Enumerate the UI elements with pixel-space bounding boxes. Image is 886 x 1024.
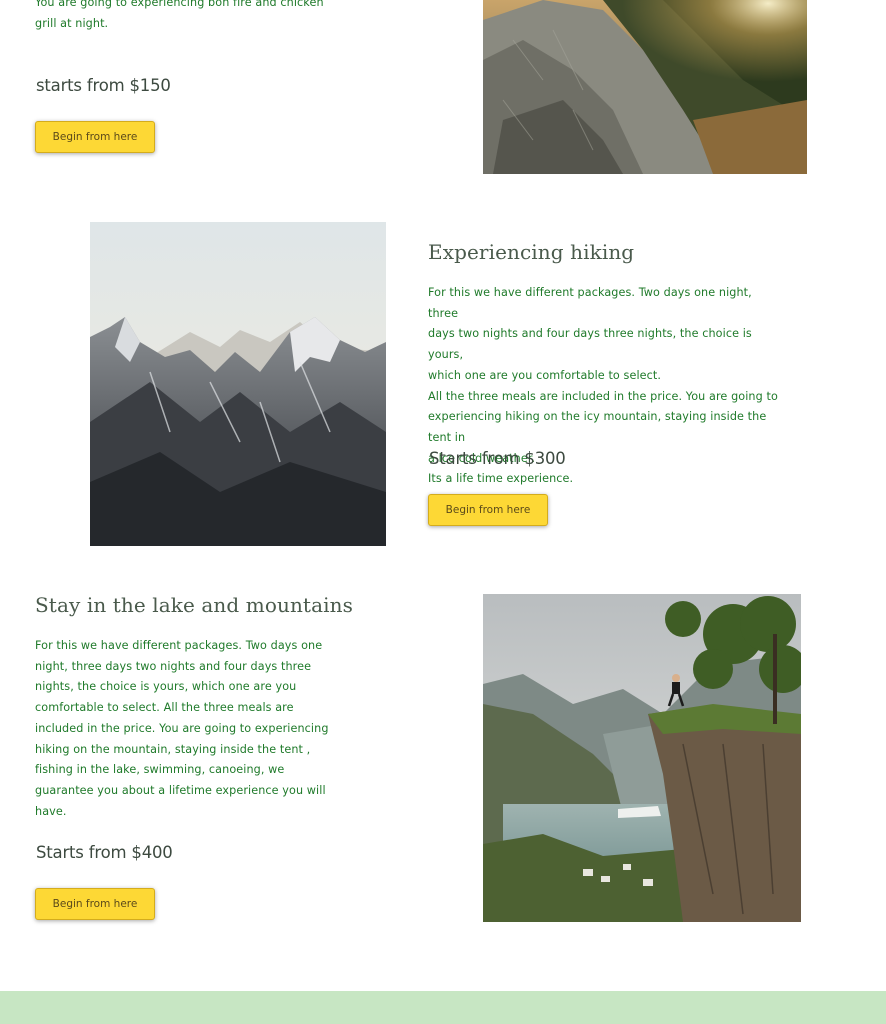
snowy-mountains-photo xyxy=(90,222,386,546)
section3-description: For this we have different packages. Two… xyxy=(35,639,329,818)
section2-title: Experiencing hiking xyxy=(428,240,635,264)
mountain-sunset-photo xyxy=(483,0,807,174)
section3-title: Stay in the lake and mountains xyxy=(35,593,353,617)
section1-description: You are going to experiencing bon fire a… xyxy=(35,0,324,30)
section3-begin-button[interactable]: Begin from here xyxy=(35,888,155,920)
section1-price: starts from $150 xyxy=(36,76,171,95)
fjord-cliff-photo xyxy=(483,594,801,922)
section2-price: Starts from $300 xyxy=(429,449,566,468)
footer-band xyxy=(0,991,886,1024)
section1-begin-button[interactable]: Begin from here xyxy=(35,121,155,153)
section3-price: Starts from $400 xyxy=(36,843,173,862)
section2-begin-button[interactable]: Begin from here xyxy=(428,494,548,526)
